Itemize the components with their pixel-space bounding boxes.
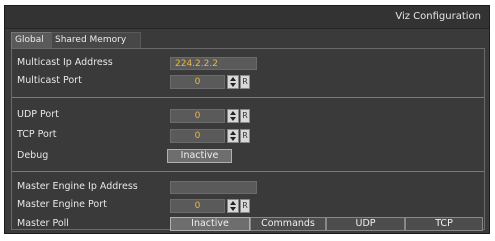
multicast-port-reset-button[interactable]: R xyxy=(240,75,250,89)
arrow-down-icon[interactable] xyxy=(230,207,236,211)
tcp-port-input[interactable]: 0 xyxy=(170,129,225,143)
section-divider xyxy=(12,171,484,172)
title-bar: Viz Configuration xyxy=(5,6,489,29)
master-poll-label: Master Poll xyxy=(17,218,69,229)
multicast-port-input[interactable]: 0 xyxy=(170,75,225,89)
tcp-port-label: TCP Port xyxy=(17,129,57,140)
multicast-port-label: Multicast Port xyxy=(17,75,82,86)
window-title: Viz Configuration xyxy=(395,11,481,22)
udp-port-stepper[interactable] xyxy=(227,109,239,123)
debug-toggle-button[interactable]: Inactive xyxy=(167,149,232,163)
master-poll-tcp-button[interactable]: TCP xyxy=(405,217,483,231)
arrow-down-icon[interactable] xyxy=(230,137,236,141)
tcp-port-stepper[interactable] xyxy=(227,129,239,143)
section-divider xyxy=(12,97,484,98)
debug-label: Debug xyxy=(17,150,49,161)
tcp-port-reset-button[interactable]: R xyxy=(240,129,250,143)
arrow-up-icon[interactable] xyxy=(230,77,236,81)
master-engine-port-reset-button[interactable]: R xyxy=(240,199,250,213)
master-engine-ip-input[interactable] xyxy=(170,181,257,194)
udp-port-input[interactable]: 0 xyxy=(170,109,225,123)
viz-configuration-window: Viz Configuration Global Shared Memory M… xyxy=(4,5,490,234)
arrow-up-icon[interactable] xyxy=(230,201,236,205)
arrow-down-icon[interactable] xyxy=(230,117,236,121)
arrow-down-icon[interactable] xyxy=(230,83,236,87)
master-engine-port-stepper[interactable] xyxy=(227,199,239,213)
master-poll-commands-button[interactable]: Commands xyxy=(250,217,326,231)
master-poll-inactive-button[interactable]: Inactive xyxy=(170,217,250,231)
udp-port-label: UDP Port xyxy=(17,109,59,120)
arrow-up-icon[interactable] xyxy=(230,111,236,115)
tab-shared-memory[interactable]: Shared Memory xyxy=(51,32,141,48)
multicast-ip-label: Multicast Ip Address xyxy=(17,57,113,68)
global-settings-panel: Multicast Ip Address 224.2.2.2 Multicast… xyxy=(11,48,485,231)
multicast-port-stepper[interactable] xyxy=(227,75,239,89)
master-poll-udp-button[interactable]: UDP xyxy=(326,217,405,231)
master-engine-port-input[interactable]: 0 xyxy=(170,199,225,213)
master-engine-port-label: Master Engine Port xyxy=(17,199,107,210)
udp-port-reset-button[interactable]: R xyxy=(240,109,250,123)
arrow-up-icon[interactable] xyxy=(230,131,236,135)
multicast-ip-input[interactable]: 224.2.2.2 xyxy=(170,57,257,70)
master-engine-ip-label: Master Engine Ip Address xyxy=(17,181,138,192)
